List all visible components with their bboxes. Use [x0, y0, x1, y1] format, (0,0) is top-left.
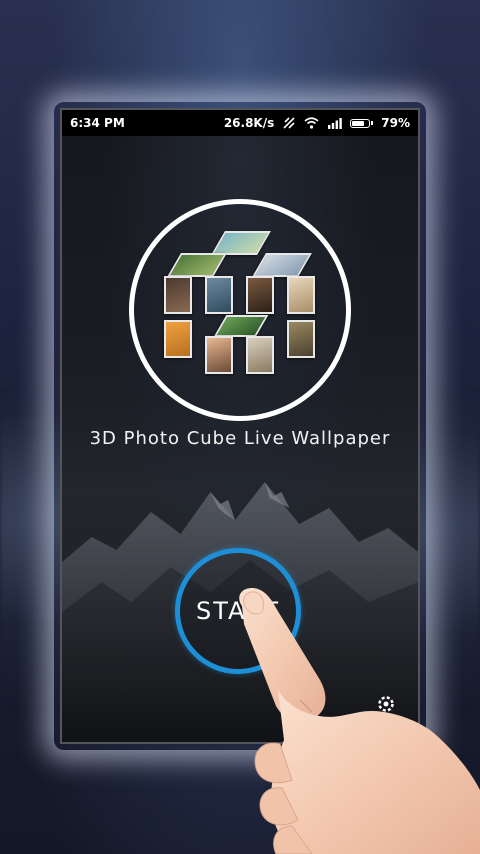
cube-photo-tile: [246, 336, 274, 374]
data-saver-icon: [282, 116, 296, 130]
cube-photo-tile: [287, 320, 315, 358]
cube-photo-tile: [246, 276, 274, 314]
gear-icon[interactable]: [376, 694, 396, 714]
cube-photo-tile: [205, 276, 233, 314]
cube-photo-tile: [287, 276, 315, 314]
phone-screen: 6:34 PM 26.8K/s 79% 3D Photo Cube Live W…: [60, 108, 420, 744]
battery-percent: 79%: [381, 116, 410, 130]
cube-photo-tile: [164, 320, 192, 358]
wifi-icon: [304, 117, 319, 129]
status-bar: 6:34 PM 26.8K/s 79%: [62, 110, 418, 136]
signal-icon: [327, 117, 343, 129]
app-title: 3D Photo Cube Live Wallpaper: [89, 428, 391, 449]
start-button-label: START: [195, 597, 281, 625]
cube-photo-tile: [205, 336, 233, 374]
start-button[interactable]: START: [175, 548, 301, 674]
battery-icon: [350, 118, 374, 128]
network-speed: 26.8K/s: [223, 116, 275, 130]
status-time: 6:34 PM: [70, 116, 125, 130]
cube-photo-tile: [164, 276, 192, 314]
